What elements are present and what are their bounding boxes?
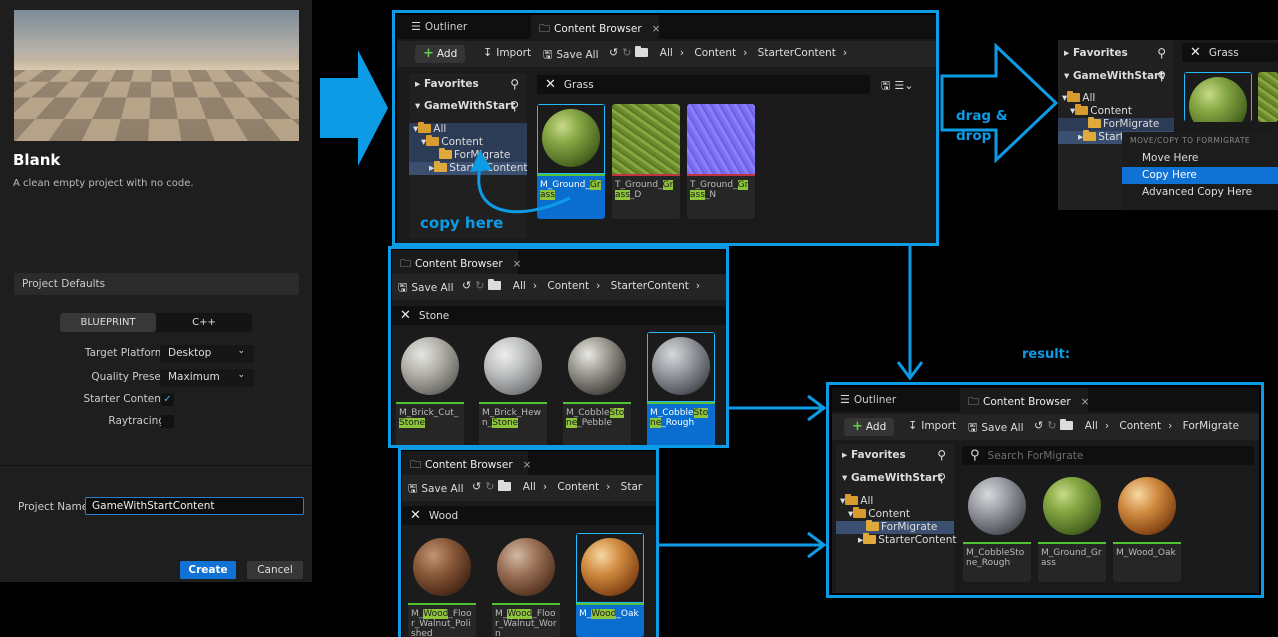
asset-thumbnail — [1184, 72, 1252, 122]
project-root-header[interactable]: ▾ GameWithStart ⚲ — [1058, 67, 1174, 87]
advanced-copy-here-item[interactable]: Advanced Copy Here — [1122, 184, 1278, 201]
asset-thumbnail — [1258, 72, 1278, 122]
target-platform-value: Desktop — [168, 347, 212, 359]
quality-preset-row: Quality Preset Maximum ⌄ — [20, 369, 265, 387]
move-here-item[interactable]: Move Here — [1122, 150, 1278, 167]
asset-tile[interactable] — [1258, 72, 1278, 122]
project-name-input[interactable]: GameWithStartContent — [85, 497, 304, 515]
context-menu-header: MOVE/COPY TO FORMIGRATE — [1130, 136, 1251, 145]
raytracing-label: Raytracing — [108, 415, 165, 427]
search-value: Grass — [1208, 47, 1239, 59]
highlight-frame — [398, 447, 659, 637]
starter-content-label: Starter Content — [83, 393, 165, 405]
arrow-right-icon — [656, 531, 827, 559]
raytracing-row: Raytracing — [20, 413, 265, 431]
project-name-section: Project Name GameWithStartContent Create… — [0, 465, 312, 582]
texture-preview — [1258, 72, 1278, 122]
arrow-right-icon — [320, 50, 388, 166]
chevron-down-icon: ⌄ — [237, 346, 245, 356]
chevron-down-icon: ⌄ — [237, 370, 245, 380]
template-thumbnail — [14, 10, 299, 141]
folder-icon — [1083, 130, 1097, 141]
target-platform-row: Target Platform Desktop ⌄ — [20, 345, 265, 363]
tree-label: Content — [1090, 105, 1133, 117]
material-sphere — [1189, 77, 1247, 122]
create-button[interactable]: Create — [180, 561, 236, 579]
new-project-panel: Blank A clean empty project with no code… — [0, 0, 312, 582]
arrow-down-icon — [896, 244, 924, 381]
project-root-label: GameWithStart — [1072, 70, 1165, 82]
raytracing-checkbox[interactable] — [161, 415, 174, 428]
folder-icon — [1067, 91, 1081, 102]
folder-icon — [1088, 117, 1101, 128]
search-icon[interactable]: ⚲ — [1157, 69, 1166, 83]
template-type-toggle[interactable]: BLUEPRINT C++ — [60, 313, 252, 332]
quality-preset-select[interactable]: Maximum ⌄ — [160, 369, 254, 387]
favorites-label: Favorites — [1072, 47, 1128, 59]
tree-label: ForMigrate — [1103, 118, 1160, 130]
copy-here-item[interactable]: Copy Here — [1122, 167, 1278, 184]
target-platform-label: Target Platform — [84, 347, 165, 359]
cpp-option[interactable]: C++ — [156, 313, 252, 332]
search-icon[interactable]: ⚲ — [1157, 46, 1166, 60]
tree-item-content[interactable]: ▾ Content — [1058, 104, 1174, 118]
template-title: Blank — [13, 151, 61, 169]
quality-preset-label: Quality Preset — [91, 371, 165, 383]
cancel-button[interactable]: Cancel — [247, 561, 303, 579]
starter-content-checkbox[interactable]: ✓ — [161, 393, 174, 406]
blueprint-option[interactable]: BLUEPRINT — [60, 313, 156, 332]
asset-search-input[interactable]: ✕ Grass — [1182, 43, 1278, 62]
starter-content-row: Starter Content ✓ — [20, 391, 265, 409]
context-menu-panel: ▸ Favorites ⚲ ▾ GameWithStart ⚲ ▾ All ▾ Cont… — [1058, 40, 1278, 210]
asset-tile[interactable] — [1184, 72, 1252, 122]
target-platform-select[interactable]: Desktop ⌄ — [160, 345, 254, 363]
template-description: A clean empty project with no code. — [13, 178, 194, 189]
favorites-header[interactable]: ▸ Favorites ⚲ — [1058, 44, 1174, 64]
project-name-label: Project Name — [18, 501, 89, 513]
drag-drop-annotation: drag & drop — [956, 108, 1008, 144]
context-menu: MOVE/COPY TO FORMIGRATE Move Here Copy H… — [1122, 132, 1278, 210]
curved-arrow-icon — [470, 150, 571, 214]
tree-item-formigrate[interactable]: ForMigrate — [1058, 117, 1174, 131]
arrow-right-icon — [726, 394, 827, 422]
highlight-frame — [388, 246, 729, 448]
tree-label: All — [1082, 92, 1096, 104]
clear-icon[interactable]: ✕ — [1190, 45, 1201, 60]
result-annotation: result: — [1022, 347, 1071, 362]
folder-icon — [1075, 104, 1089, 115]
project-defaults-header: Project Defaults — [14, 273, 299, 295]
highlight-frame — [826, 382, 1264, 598]
quality-preset-value: Maximum — [168, 371, 220, 383]
